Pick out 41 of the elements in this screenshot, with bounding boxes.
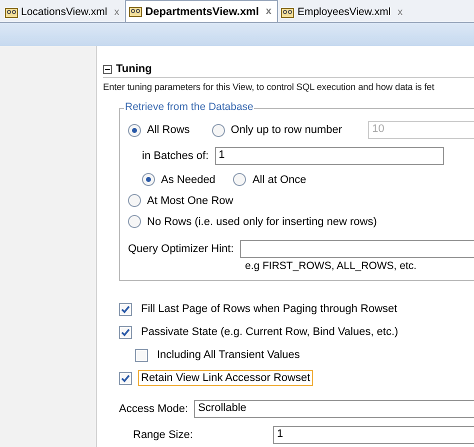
editor-tab[interactable]: EmployeesView.xml x (278, 2, 409, 22)
section-description: Enter tuning parameters for this View, to control SQL execution and how data is fet (103, 82, 436, 92)
radio-label: No Rows (i.e. used only for inserting new rows) (147, 216, 377, 228)
checkbox-label: Retain View Link Accessor Rowset (138, 370, 314, 386)
field-label: Access Mode: (119, 403, 188, 415)
access-mode-field[interactable]: Scrollable (194, 400, 474, 418)
range-size-field[interactable]: 1 (273, 426, 474, 444)
radio-label: All Rows (147, 124, 190, 136)
radio-button[interactable] (128, 194, 141, 207)
close-icon[interactable]: x (114, 6, 120, 18)
checkbox[interactable] (135, 348, 148, 362)
file-icon (129, 6, 142, 17)
field-label: Query Optimizer Hint: (128, 243, 234, 255)
checkbox-label: Passivate State (e.g. Current Row, Bind Values, etc.) (140, 325, 400, 340)
checkbox[interactable] (119, 372, 132, 384)
field-label: in Batches of: (142, 150, 209, 162)
close-icon[interactable]: x (266, 6, 272, 17)
radio-button[interactable] (142, 173, 155, 186)
close-icon[interactable]: x (398, 6, 403, 18)
editor-tab[interactable]: DepartmentsView.xml x (125, 0, 278, 22)
radio-button[interactable] (128, 124, 141, 136)
checkbox[interactable] (119, 302, 132, 316)
radio-label: Only up to row number (230, 124, 342, 136)
optimizer-hint-field[interactable] (240, 240, 474, 258)
field-label: Range Size: (133, 429, 194, 441)
editor-tab[interactable]: LocationsView.xml x (2, 2, 126, 22)
batch-size-field[interactable]: 1 (214, 147, 444, 165)
checkbox-label: Fill Last Page of Rows when Paging through Rowset (140, 302, 398, 317)
group-title: Retrieve from the Database (124, 101, 254, 113)
radio-label: All at Once (252, 174, 306, 186)
collapse-icon[interactable] (103, 64, 112, 74)
radio-label: As Needed (161, 174, 216, 186)
hint-example: e.g FIRST_ROWS, ALL_ROWS, etc. (244, 260, 418, 272)
checkbox[interactable] (119, 326, 132, 338)
radio-label: At Most One Row (147, 194, 234, 206)
radio-button[interactable] (233, 173, 246, 186)
section-title: Tuning (116, 63, 152, 75)
file-icon (5, 6, 18, 18)
file-icon (281, 6, 294, 18)
checkbox-label: Including All Transient Values (156, 348, 301, 363)
radio-button[interactable] (128, 215, 141, 228)
